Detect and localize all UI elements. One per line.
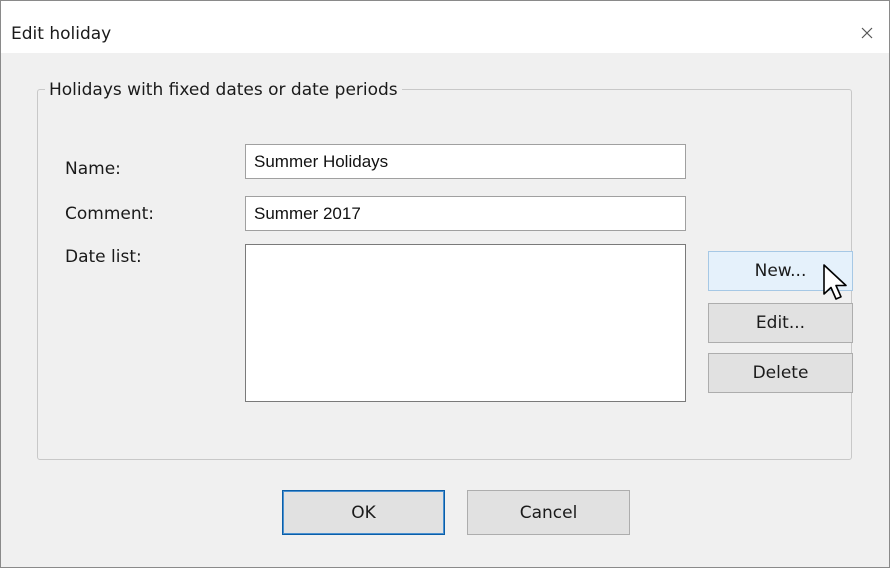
name-input[interactable] (245, 144, 686, 179)
date-list-box[interactable] (245, 244, 686, 402)
close-button[interactable] (845, 15, 889, 51)
comment-input[interactable] (245, 196, 686, 231)
dialog-title: Edit holiday (11, 24, 112, 44)
date-list-label: Date list: (65, 247, 142, 267)
title-bar: Edit holiday (1, 1, 889, 53)
cancel-button[interactable]: Cancel (467, 490, 630, 535)
name-label: Name: (65, 159, 121, 179)
dialog-body: Holidays with fixed dates or date period… (1, 53, 889, 567)
edit-date-button[interactable]: Edit... (708, 303, 853, 343)
new-date-button[interactable]: New... (708, 251, 853, 291)
edit-holiday-dialog: Edit holiday Holidays with fixed dates o… (0, 0, 890, 568)
group-box-title: Holidays with fixed dates or date period… (45, 79, 402, 101)
delete-date-button[interactable]: Delete (708, 353, 853, 393)
close-icon (861, 27, 873, 39)
ok-button[interactable]: OK (282, 490, 445, 535)
comment-label: Comment: (65, 204, 155, 224)
